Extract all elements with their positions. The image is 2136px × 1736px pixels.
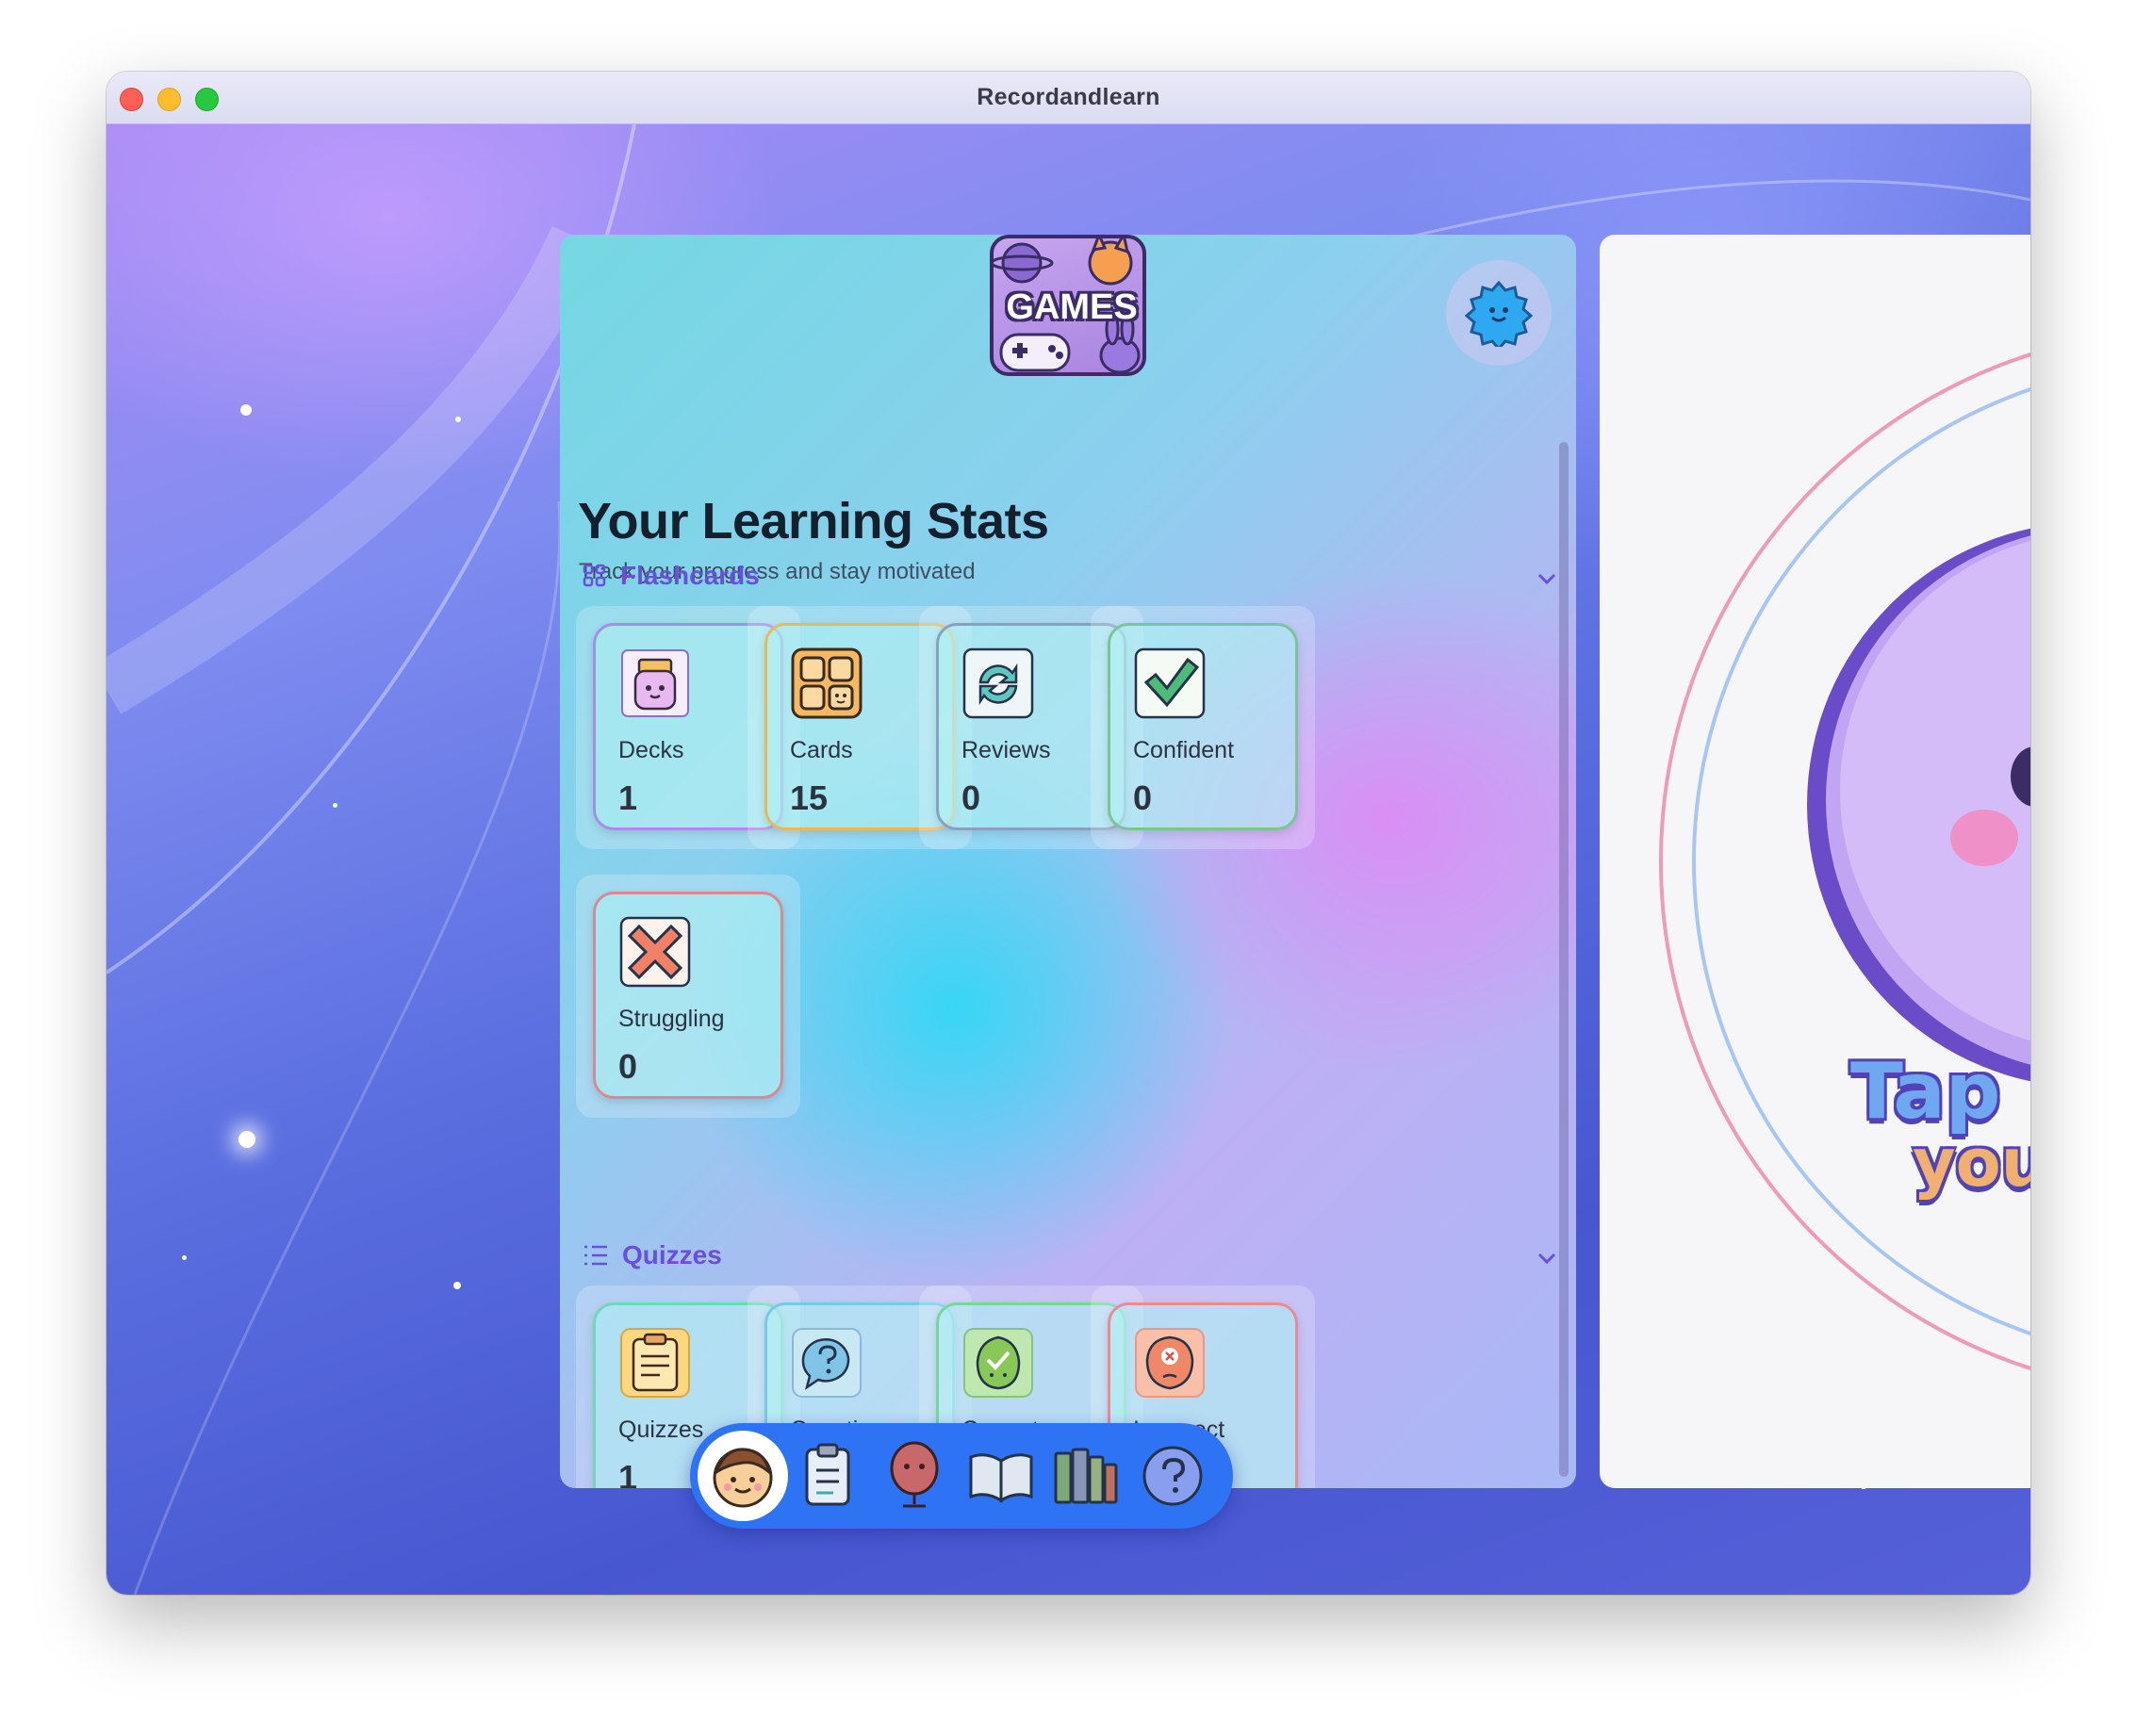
maximize-window-button[interactable]	[195, 88, 219, 111]
jar-icon	[618, 647, 692, 720]
star-sparkle	[455, 417, 461, 422]
flashcards-section-label: Flashcards	[620, 561, 760, 590]
stat-label: Struggling	[618, 1006, 725, 1032]
books-icon	[1054, 1448, 1118, 1504]
tap-prompt-line2: you	[1913, 1124, 2030, 1202]
stat-label: Confident	[1133, 737, 1235, 763]
tab-record[interactable]	[869, 1431, 960, 1521]
star-sparkle	[240, 404, 252, 416]
star-sparkle	[182, 1255, 187, 1260]
stat-value: 1	[618, 1458, 638, 1488]
clipboard-icon	[618, 1326, 692, 1400]
window-title: Recordandlearn	[977, 84, 1160, 110]
tab-reading[interactable]	[956, 1431, 1046, 1521]
microphone-icon	[890, 1441, 939, 1508]
star-sparkle	[333, 803, 337, 808]
stat-value: 15	[790, 778, 829, 817]
app-window: Recordandlearn GAMES Your Learning Stats…	[107, 72, 2030, 1595]
chevron-down-icon[interactable]	[1536, 567, 1558, 590]
tab-library[interactable]	[1041, 1431, 1131, 1521]
flashcard-stat-cell: Struggling 0	[576, 875, 800, 1118]
flashcard-stat-cell: Confident 0	[1091, 606, 1315, 849]
list-icon	[584, 1245, 607, 1266]
quizzes-section-header[interactable]: Quizzes	[583, 1236, 722, 1274]
tab-help[interactable]	[1127, 1431, 1218, 1521]
stat-label: Cards	[790, 737, 853, 763]
tap-prompt-line1: Tap r	[1850, 1047, 2030, 1137]
refresh-icon	[961, 647, 1035, 720]
close-window-button[interactable]	[120, 88, 143, 111]
stat-label: Quizzes	[618, 1417, 704, 1443]
help-icon	[1142, 1446, 1203, 1506]
tab-quizzes[interactable]	[782, 1431, 873, 1521]
stat-value: 0	[961, 778, 981, 817]
chevron-down-icon[interactable]	[1536, 1247, 1558, 1269]
star-sparkle	[238, 1131, 255, 1148]
settings-button[interactable]	[1446, 260, 1552, 366]
record-button-rings[interactable]	[1600, 235, 2030, 1488]
clipboard-icon	[805, 1443, 850, 1506]
cards-grid-icon	[790, 647, 863, 720]
background: GAMES Your Learning Stats Track your pro…	[107, 124, 2030, 1595]
title-bar: Recordandlearn	[107, 72, 2030, 124]
stat-card-struggling[interactable]: Struggling 0	[593, 892, 783, 1099]
minimize-window-button[interactable]	[157, 88, 181, 111]
record-panel: Tap r you	[1600, 235, 2030, 1488]
games-label: GAMES	[1006, 287, 1138, 327]
bottom-tab-bar	[690, 1423, 1233, 1529]
correct-badge-icon	[961, 1326, 1035, 1400]
stat-label: Reviews	[961, 737, 1051, 763]
stat-card-confident[interactable]: Confident 0	[1108, 623, 1298, 830]
x-mark-icon	[618, 915, 692, 989]
stat-value: 1	[618, 778, 638, 817]
flashcards-section-header[interactable]: Flashcards	[583, 557, 760, 595]
stat-label: Decks	[618, 737, 684, 763]
question-bubble-icon	[790, 1326, 863, 1400]
stat-value: 0	[1133, 778, 1153, 817]
star-sparkle	[453, 1282, 461, 1289]
tab-home[interactable]	[698, 1431, 788, 1521]
checkmark-icon	[1133, 647, 1207, 720]
gear-icon	[1465, 280, 1533, 347]
open-book-icon	[969, 1453, 1033, 1503]
learning-stats-panel: GAMES Your Learning Stats Track your pro…	[560, 235, 1576, 1488]
grid-icon	[583, 564, 606, 587]
page-title: Your Learning Stats	[578, 493, 1049, 549]
quizzes-section-label: Quizzes	[622, 1240, 722, 1269]
incorrect-badge-icon	[1133, 1326, 1207, 1400]
stat-value: 0	[618, 1047, 638, 1086]
scrollbar[interactable]	[1559, 442, 1569, 1477]
face-icon	[713, 1448, 773, 1508]
games-badge[interactable]: GAMES	[990, 235, 1146, 376]
